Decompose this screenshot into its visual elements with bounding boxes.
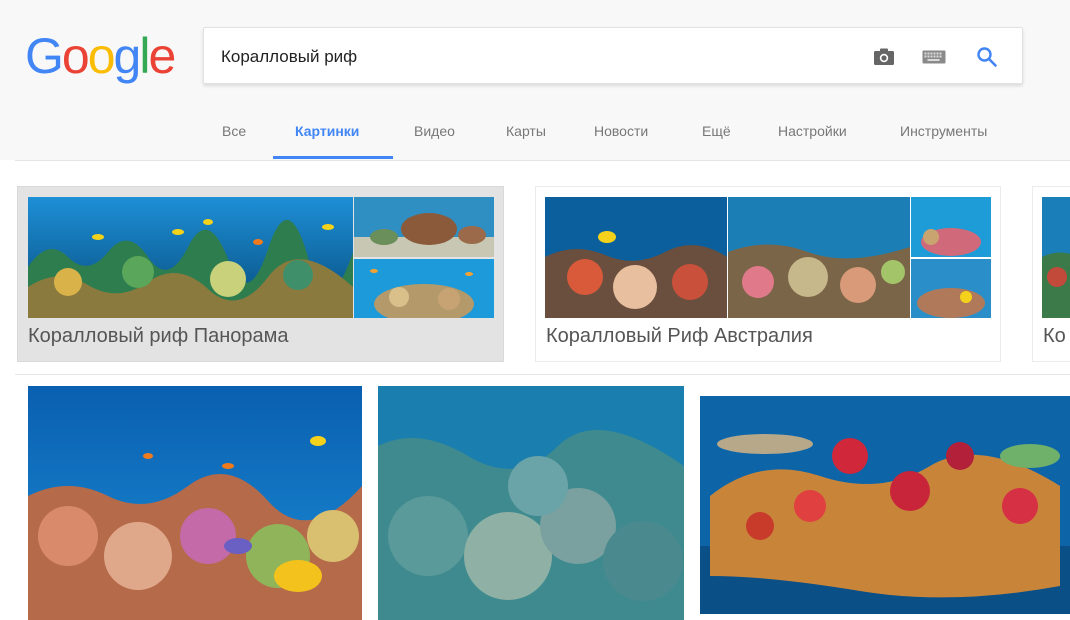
collection-label: Коралловый Риф Австралия	[546, 325, 813, 347]
collection-image	[911, 259, 991, 318]
logo-letter: g	[113, 28, 142, 84]
result-image[interactable]	[378, 386, 684, 620]
camera-icon[interactable]	[869, 42, 899, 72]
tab-video[interactable]: Видео	[414, 105, 455, 160]
collection-image	[1042, 197, 1070, 318]
collection-image	[354, 259, 494, 318]
collection-card[interactable]: Ко	[1032, 186, 1070, 362]
search-input[interactable]	[221, 45, 821, 69]
section-divider	[15, 374, 1070, 375]
tab-news[interactable]: Новости	[594, 105, 648, 160]
google-logo[interactable]: Google	[25, 26, 176, 86]
header-divider	[15, 160, 1070, 161]
collection-image	[28, 197, 353, 318]
result-image[interactable]	[700, 396, 1070, 614]
tab-tools[interactable]: Инструменты	[900, 105, 987, 160]
logo-letter: o	[87, 28, 116, 84]
tab-more[interactable]: Ещё	[702, 105, 731, 160]
logo-letter: e	[148, 28, 176, 84]
collection-image	[545, 197, 727, 318]
collection-image	[728, 197, 910, 318]
logo-letter: G	[25, 28, 64, 84]
collection-card[interactable]: Коралловый риф Панорама	[17, 186, 504, 362]
keyboard-icon[interactable]	[919, 42, 949, 72]
tab-settings[interactable]: Настройки	[778, 105, 847, 160]
collection-image	[354, 197, 494, 257]
collection-card[interactable]: Коралловый Риф Австралия	[535, 186, 1001, 362]
search-icon[interactable]	[972, 42, 1002, 72]
collection-label: Ко	[1043, 325, 1066, 347]
collection-image	[911, 197, 991, 257]
tab-maps[interactable]: Карты	[506, 105, 546, 160]
collection-label: Коралловый риф Панорама	[28, 325, 289, 347]
image-search-page: Google Коралловый риф Все Картинки Видео…	[0, 0, 1070, 620]
logo-letter: o	[61, 28, 90, 84]
logo-letter: l	[139, 28, 150, 84]
tab-images[interactable]: Картинки	[295, 105, 359, 160]
result-image[interactable]	[28, 386, 362, 620]
active-tab-indicator	[273, 156, 393, 159]
search-box	[203, 27, 1023, 84]
search-tabs: Все Картинки Видео Карты Новости Ещё Нас…	[0, 105, 1070, 160]
tab-all[interactable]: Все	[222, 105, 246, 160]
